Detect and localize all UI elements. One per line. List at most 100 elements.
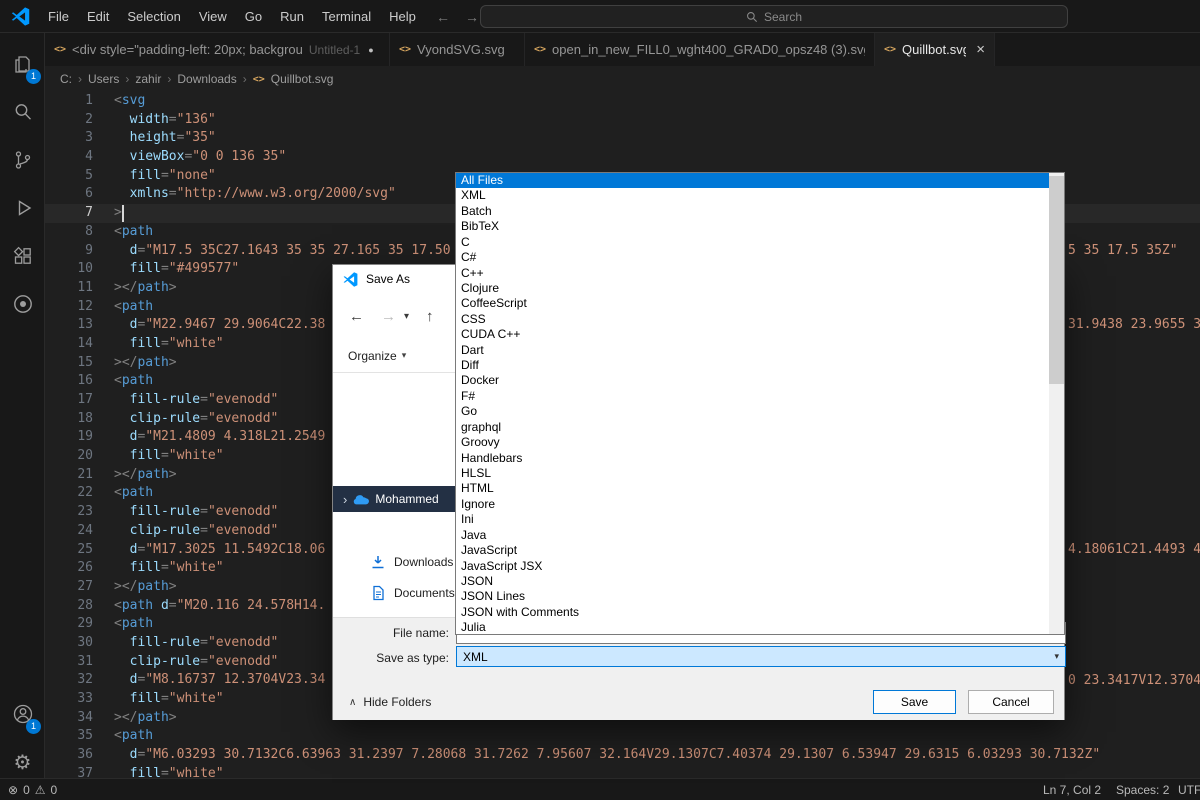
hide-folders-button[interactable]: ∧ Hide Folders — [349, 695, 431, 709]
chevron-expander-icon[interactable]: › — [343, 492, 347, 507]
filetype-option[interactable]: Diff — [456, 358, 1049, 373]
menu-file[interactable]: File — [39, 0, 78, 33]
explorer-icon[interactable]: 1 — [0, 47, 45, 84]
dropdown-scrollbar[interactable] — [1049, 173, 1064, 634]
filetype-option[interactable]: HTML — [456, 481, 1049, 496]
menu-view[interactable]: View — [190, 0, 236, 33]
filetype-option[interactable]: C++ — [456, 266, 1049, 281]
command-center-search[interactable]: Search — [480, 5, 1068, 28]
search-icon — [747, 11, 758, 22]
code-line: <svg — [114, 93, 146, 108]
menu-edit[interactable]: Edit — [78, 0, 118, 33]
filetype-option[interactable]: JSON — [456, 574, 1049, 589]
filetype-option[interactable]: C — [456, 235, 1049, 250]
up-arrow-icon[interactable]: ↑ — [426, 308, 434, 325]
breadcrumb-item[interactable]: C: — [60, 72, 72, 86]
filetype-option[interactable]: JSON Lines — [456, 589, 1049, 604]
back-arrow-icon[interactable]: ← — [436, 9, 450, 25]
sidebar-item-documents[interactable]: Documents — [333, 581, 456, 605]
filetype-option[interactable]: Go — [456, 404, 1049, 419]
filetype-option[interactable]: JavaScript JSX — [456, 559, 1049, 574]
extensions-icon[interactable] — [0, 239, 45, 273]
encoding-setting[interactable]: UTF-8 — [1178, 779, 1200, 800]
filetype-option[interactable]: Ignore — [456, 497, 1049, 512]
source-control-icon[interactable] — [0, 143, 45, 177]
save-as-type-label: Save as type: — [376, 651, 449, 665]
filetype-option[interactable]: JSON with Comments — [456, 605, 1049, 620]
save-button[interactable]: Save — [873, 690, 956, 714]
breadcrumb-item[interactable]: zahir — [135, 72, 161, 86]
tab-untitled[interactable]: <> <div style="padding-left: 20px; backg… — [45, 33, 390, 66]
chevron-right-icon: › — [167, 72, 172, 86]
hide-folders-label: Hide Folders — [363, 695, 432, 709]
sidebar-label: Mohammed — [375, 492, 439, 506]
tab-label: Quillbot.svg — [902, 42, 967, 57]
sidebar-item-downloads[interactable]: Downloads — [333, 550, 456, 574]
remote-explorer-icon[interactable] — [0, 287, 45, 321]
settings-gear-icon[interactable]: ⚙ — [0, 745, 45, 779]
close-icon[interactable]: × — [976, 41, 985, 58]
filetype-option[interactable]: Batch — [456, 204, 1049, 219]
sidebar-label: Documents — [394, 586, 455, 600]
filetype-option[interactable]: Docker — [456, 373, 1049, 388]
filetype-option[interactable]: Handlebars — [456, 451, 1049, 466]
back-arrow-icon[interactable]: ← — [349, 308, 364, 325]
tab-quillbot[interactable]: <> Quillbot.svg × — [875, 33, 995, 66]
search-placeholder: Search — [763, 9, 803, 24]
cursor-position[interactable]: Ln 7, Col 2 — [1043, 779, 1101, 800]
run-debug-icon[interactable] — [0, 191, 45, 225]
chevron-down-icon[interactable]: ▾ — [404, 311, 409, 322]
chevron-right-icon: › — [125, 72, 130, 86]
menu-selection[interactable]: Selection — [118, 0, 189, 33]
filetype-option[interactable]: Julia — [456, 620, 1049, 634]
menu-run[interactable]: Run — [271, 0, 313, 33]
filetype-option[interactable]: F# — [456, 389, 1049, 404]
filetype-option[interactable]: graphql — [456, 420, 1049, 435]
filetype-option[interactable]: XML — [456, 188, 1049, 203]
filetype-option[interactable]: CUDA C++ — [456, 327, 1049, 342]
filetype-option[interactable]: C# — [456, 250, 1049, 265]
svg-file-icon: <> — [399, 44, 412, 55]
svg-file-icon: <> — [884, 44, 897, 55]
chevron-right-icon: › — [78, 72, 82, 86]
cancel-button[interactable]: Cancel — [968, 690, 1054, 714]
organize-button[interactable]: Organize ▾ — [348, 349, 406, 363]
activity-bar: 1 1 ⚙ — [0, 33, 45, 778]
forward-arrow-icon[interactable]: → — [381, 308, 396, 325]
vscode-icon — [343, 271, 358, 287]
filetype-option[interactable]: Dart — [456, 343, 1049, 358]
menu-help[interactable]: Help — [380, 0, 425, 33]
filetype-option[interactable]: CoffeeScript — [456, 296, 1049, 311]
code-file-icon: <> — [54, 44, 67, 55]
scrollbar-thumb[interactable] — [1049, 176, 1064, 384]
problems-indicator[interactable]: ⊗ 0 ⚠ 0 — [8, 779, 57, 800]
filetype-dropdown: All Files XML Batch BibTeX C C# C++ Clojure Coff… — [455, 172, 1065, 635]
filetype-option[interactable]: JavaScript — [456, 543, 1049, 558]
breadcrumb-item[interactable]: Downloads — [177, 72, 236, 86]
menu-terminal[interactable]: Terminal — [313, 0, 380, 33]
filetype-option[interactable]: All Files — [456, 173, 1049, 189]
breadcrumb-item[interactable]: Users — [88, 72, 119, 86]
save-as-type-combo[interactable]: XML ▾ — [456, 646, 1066, 667]
breadcrumb-item[interactable]: Quillbot.svg — [271, 72, 334, 86]
filetype-option[interactable]: Ini — [456, 512, 1049, 527]
sidebar-item-onedrive[interactable]: › Mohammed — [333, 486, 456, 512]
indentation-setting[interactable]: Spaces: 2 — [1116, 779, 1169, 800]
sidebar-label: Downloads — [394, 555, 454, 569]
search-sidebar-icon[interactable] — [0, 95, 45, 129]
tab-open-in-new[interactable]: <> open_in_new_FILL0_wght400_GRAD0_opsz4… — [525, 33, 875, 66]
filetype-option[interactable]: BibTeX — [456, 219, 1049, 234]
gutter: 1 2 3 4 5 6 7 8 9 10 11 12 13 14 15 16 17 18 19 20 21 22 23 24 2… — [77, 93, 93, 778]
forward-arrow-icon[interactable]: → — [465, 9, 479, 25]
account-icon[interactable]: 1 — [0, 697, 45, 734]
vscode-logo-icon — [11, 6, 30, 26]
filetype-option[interactable]: Clojure — [456, 281, 1049, 296]
tab-vyondsvg[interactable]: <> VyondSVG.svg — [390, 33, 525, 66]
svg-file-icon: <> — [534, 44, 547, 55]
menu-go[interactable]: Go — [236, 0, 271, 33]
filetype-option[interactable]: Java — [456, 528, 1049, 543]
filetype-option[interactable]: Groovy — [456, 435, 1049, 450]
filetype-option[interactable]: CSS — [456, 312, 1049, 327]
code-line: d="M6.03293 30.7132C6.63963 31.2397 7.28… — [129, 747, 1101, 763]
filetype-option[interactable]: HLSL — [456, 466, 1049, 481]
